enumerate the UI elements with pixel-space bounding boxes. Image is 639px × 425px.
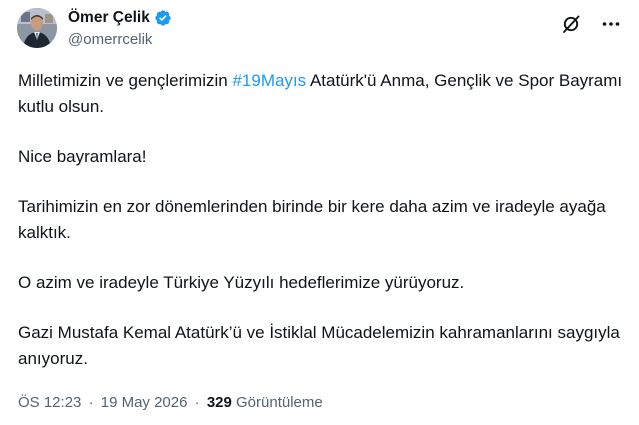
author-block: Ömer Çelik @omerrcelik [68,8,172,48]
hashtag-link[interactable]: #19Mayıs [232,71,306,90]
name-row: Ömer Çelik [68,8,172,28]
tweet-meta: ÖS 12:23 · 19 May 2026 · 329 Görüntüleme [18,394,323,411]
more-options-icon[interactable] [601,14,621,34]
views-count: 329 [206,394,232,411]
tweet-paragraph-4: O azim ve iradeyle Türkiye Yüzyılı hedef… [18,273,465,292]
tweet-text: Milletimizin ve gençlerimizin #19Mayıs A… [18,68,623,372]
avatar[interactable] [17,8,57,48]
verified-badge-icon[interactable] [154,9,172,27]
tweet-time[interactable]: ÖS 12:23 [18,394,81,411]
tweet-paragraph-2: Nice bayramlara! [18,147,147,166]
meta-separator: · [194,394,200,411]
tweet-paragraph-1: Milletimizin ve gençlerimizin #19Mayıs A… [18,68,623,120]
tweet-text-segment: Milletimizin ve gençlerimizin [18,71,233,90]
tweet-date[interactable]: 19 May 2026 [101,394,188,411]
tweet-paragraph-5: Gazi Mustafa Kemal Atatürk’ü ve İstiklal… [18,323,620,368]
top-actions [561,14,621,34]
user-handle[interactable]: @omerrcelik [68,31,172,48]
display-name[interactable]: Ömer Çelik [68,9,150,27]
tweet-paragraph-3: Tarihimizin en zor dönemlerinden birinde… [18,197,606,242]
meta-separator: · [88,394,94,411]
views-label: Görüntüleme [236,394,323,411]
tweet-card: Ömer Çelik @omerrcelik Milletimizin ve g… [0,0,639,425]
grok-icon[interactable] [561,14,581,34]
profile-photo-icon [17,8,57,48]
